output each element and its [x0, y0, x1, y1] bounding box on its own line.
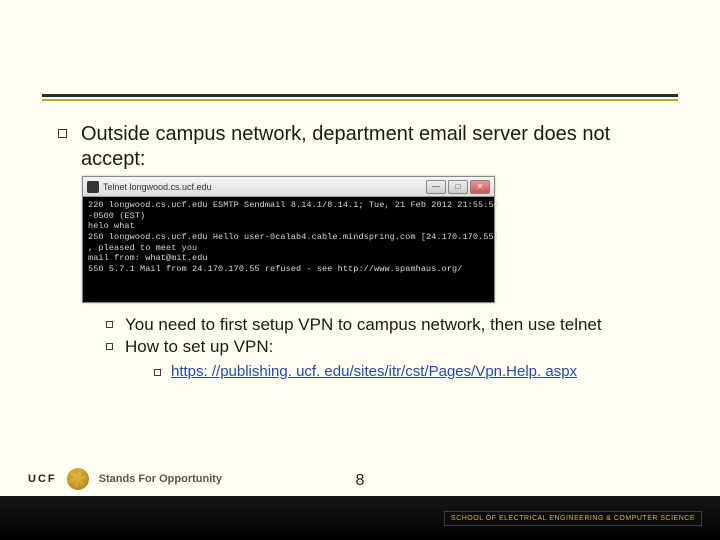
main-bullet-row: Outside campus network, department email… [58, 122, 680, 172]
sub-bullet-list: You need to first setup VPN to campus ne… [106, 315, 680, 380]
square-bullet-icon [58, 129, 67, 138]
square-bullet-icon [154, 369, 161, 376]
sub-bullet-text: You need to first setup VPN to campus ne… [125, 315, 602, 335]
footer-bar: SCHOOL OF ELECTRICAL ENGINEERING & COMPU… [0, 496, 720, 540]
close-button[interactable]: ✕ [470, 180, 490, 194]
terminal-title-text: Telnet longwood.cs.ucf.edu [103, 182, 422, 192]
divider-dark [42, 94, 678, 97]
main-bullet-text: Outside campus network, department email… [81, 122, 680, 172]
vpn-help-link[interactable]: https: //publishing. ucf. edu/sites/itr/… [171, 363, 577, 380]
sub-bullet-row: You need to first setup VPN to campus ne… [106, 315, 680, 335]
brand-block: UCF Stands For Opportunity [0, 462, 222, 496]
link-row: https: //publishing. ucf. edu/sites/itr/… [154, 363, 680, 380]
terminal-output: 220 longwood.cs.ucf.edu ESMTP Sendmail 8… [83, 197, 494, 302]
ucf-tagline: Stands For Opportunity [99, 473, 222, 485]
square-bullet-icon [106, 321, 113, 328]
page-number: 8 [356, 472, 365, 490]
terminal-window: Telnet longwood.cs.ucf.edu — □ ✕ 220 lon… [82, 176, 495, 303]
slide-content: Outside campus network, department email… [58, 122, 680, 380]
square-bullet-icon [106, 343, 113, 350]
terminal-titlebar: Telnet longwood.cs.ucf.edu — □ ✕ [83, 177, 494, 197]
minimize-button[interactable]: — [426, 180, 446, 194]
maximize-button[interactable]: □ [448, 180, 468, 194]
terminal-screenshot: Telnet longwood.cs.ucf.edu — □ ✕ 220 lon… [82, 176, 680, 303]
terminal-app-icon [87, 181, 99, 193]
department-name: SCHOOL OF ELECTRICAL ENGINEERING & COMPU… [444, 511, 702, 526]
ucf-wordmark: UCF [28, 473, 57, 485]
sub-bullet-row: How to set up VPN: [106, 337, 680, 357]
window-controls: — □ ✕ [426, 180, 490, 194]
divider-gold [42, 99, 678, 101]
ucf-pegasus-icon [67, 468, 89, 490]
sub-bullet-text: How to set up VPN: [125, 337, 273, 357]
